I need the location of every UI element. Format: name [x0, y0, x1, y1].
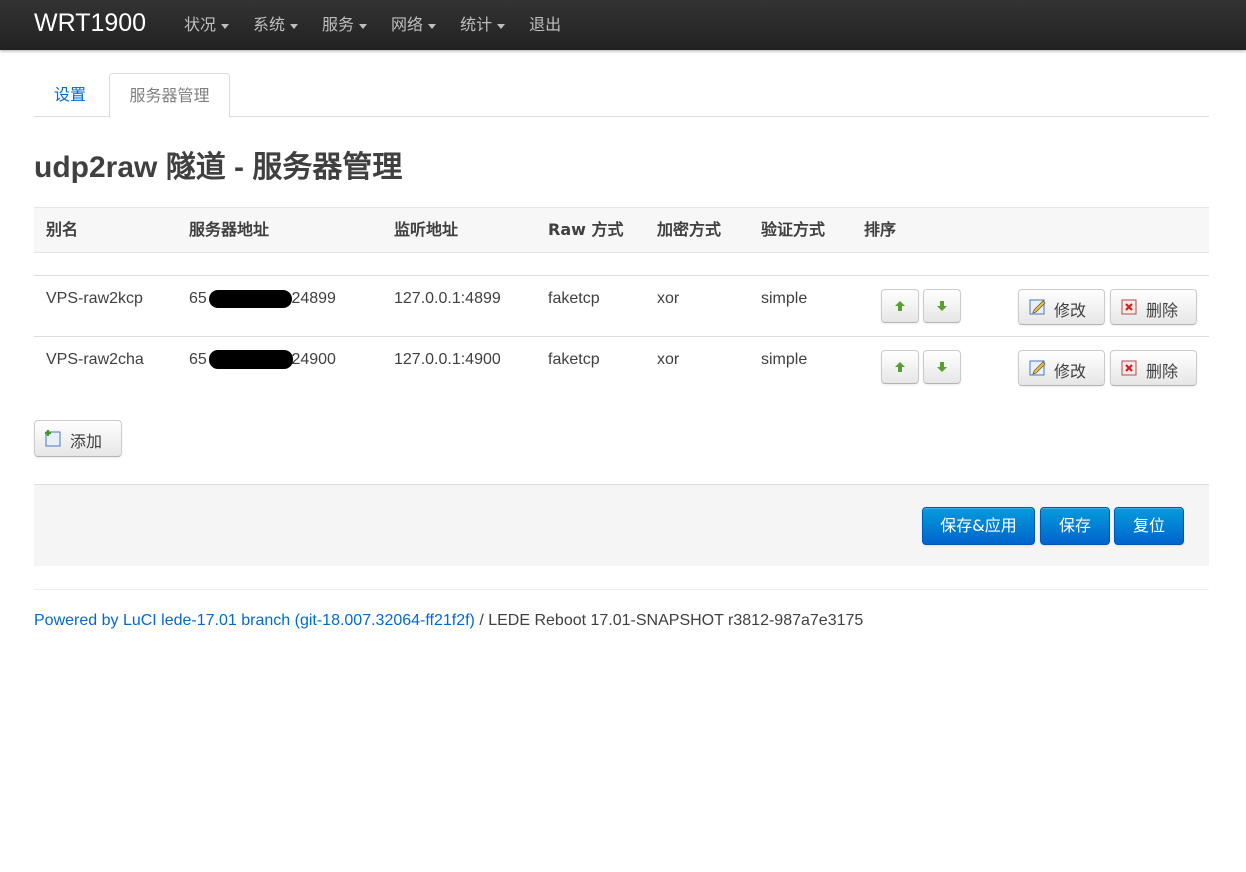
- delete-label: 删除: [1146, 301, 1179, 320]
- main-menu: 状况 系统 服务 网络 统计 退出: [172, 0, 573, 50]
- delete-button[interactable]: 删除: [1110, 289, 1197, 325]
- row-server-address: 65 :24900: [189, 350, 349, 371]
- row-listen-address: 127.0.0.1:4899: [394, 290, 501, 307]
- row-alias: VPS-raw2kcp: [46, 290, 143, 307]
- redaction-mark: [209, 350, 293, 369]
- add-button[interactable]: 添加: [34, 420, 122, 457]
- footer: Powered by LuCI lede-17.01 branch (git-1…: [34, 612, 863, 630]
- caret-down-icon: [290, 23, 299, 29]
- menu-logout[interactable]: 退出: [517, 0, 573, 50]
- save-button[interactable]: 保存: [1040, 507, 1110, 545]
- form-actions: 保存&应用 保存 复位: [34, 484, 1209, 566]
- delete-button[interactable]: 删除: [1110, 350, 1197, 386]
- server-address-suffix: :24899: [287, 290, 336, 307]
- header-server-address: 服务器地址: [189, 220, 270, 239]
- row-cipher: xor: [657, 351, 680, 368]
- caret-down-icon: [359, 23, 368, 29]
- caret-down-icon: [221, 23, 230, 29]
- redaction-mark: [209, 290, 292, 308]
- table-header: 别名 服务器地址 监听地址 Raw 方式 加密方式 验证方式 排序: [34, 207, 1209, 253]
- arrow-down-icon: [937, 301, 947, 311]
- menu-status[interactable]: 状况: [172, 0, 241, 50]
- add-label: 添加: [70, 432, 103, 451]
- brand-name[interactable]: WRT1900: [34, 9, 146, 38]
- server-address-prefix: 65: [189, 351, 207, 368]
- edit-label: 修改: [1054, 362, 1087, 381]
- tab-settings[interactable]: 设置: [34, 73, 106, 116]
- caret-down-icon: [428, 23, 437, 29]
- delete-label: 删除: [1146, 362, 1179, 381]
- menu-services-label: 服务: [322, 15, 355, 34]
- table-row: VPS-raw2cha 65 :24900 127.0.0.1:4900 fak…: [34, 336, 1209, 397]
- delete-icon: [1121, 360, 1137, 376]
- edit-button[interactable]: 修改: [1018, 350, 1105, 386]
- header-listen-address: 监听地址: [394, 220, 459, 239]
- top-navbar: WRT1900 状况 系统 服务 网络 统计 退出: [0, 0, 1246, 50]
- footer-divider: [34, 589, 1209, 590]
- edit-label: 修改: [1054, 301, 1087, 320]
- edit-icon: [1029, 299, 1046, 315]
- row-server-address: 65 :24899: [189, 290, 349, 310]
- menu-network-label: 网络: [391, 15, 424, 34]
- row-raw-mode: faketcp: [548, 290, 600, 307]
- menu-status-label: 状况: [184, 15, 217, 34]
- delete-icon: [1121, 299, 1137, 315]
- footer-version: / LEDE Reboot 17.01-SNAPSHOT r3812-987a7…: [474, 612, 864, 629]
- server-address-suffix: :24900: [287, 351, 336, 368]
- server-address-prefix: 65: [189, 290, 207, 307]
- header-sort: 排序: [864, 220, 897, 239]
- menu-system-label: 系统: [253, 15, 286, 34]
- header-alias: 别名: [46, 220, 79, 239]
- menu-logout-label: 退出: [529, 15, 562, 34]
- move-down-button[interactable]: [923, 350, 961, 384]
- menu-statistics-label: 统计: [460, 15, 493, 34]
- menu-network[interactable]: 网络: [379, 0, 448, 50]
- move-down-button[interactable]: [923, 289, 961, 323]
- move-up-button[interactable]: [881, 289, 919, 323]
- row-auth: simple: [761, 351, 808, 368]
- row-alias: VPS-raw2cha: [46, 351, 144, 368]
- move-up-button[interactable]: [881, 350, 919, 384]
- header-auth: 验证方式: [761, 220, 826, 239]
- arrow-down-icon: [937, 362, 947, 372]
- tab-server-management[interactable]: 服务器管理: [109, 73, 230, 118]
- save-apply-button[interactable]: 保存&应用: [922, 507, 1035, 545]
- tab-bar: 设置 服务器管理: [34, 73, 1209, 118]
- edit-icon: [1029, 360, 1046, 376]
- page-title: udp2raw 隧道 - 服务器管理: [34, 151, 403, 184]
- row-auth: simple: [761, 290, 808, 307]
- row-raw-mode: faketcp: [548, 351, 600, 368]
- row-cipher: xor: [657, 290, 680, 307]
- menu-services[interactable]: 服务: [310, 0, 379, 50]
- edit-button[interactable]: 修改: [1018, 289, 1105, 325]
- table-row: VPS-raw2kcp 65 :24899 127.0.0.1:4899 fak…: [34, 275, 1209, 336]
- header-cipher: 加密方式: [657, 220, 722, 239]
- menu-system[interactable]: 系统: [241, 0, 310, 50]
- caret-down-icon: [497, 23, 506, 29]
- menu-statistics[interactable]: 统计: [448, 0, 517, 50]
- add-icon: [45, 430, 61, 447]
- reset-button[interactable]: 复位: [1114, 507, 1184, 545]
- luci-link[interactable]: Powered by LuCI lede-17.01 branch (git-1…: [34, 612, 475, 629]
- arrow-up-icon: [895, 301, 905, 311]
- arrow-up-icon: [895, 362, 905, 372]
- row-listen-address: 127.0.0.1:4900: [394, 351, 501, 368]
- header-raw-mode: Raw 方式: [548, 220, 624, 239]
